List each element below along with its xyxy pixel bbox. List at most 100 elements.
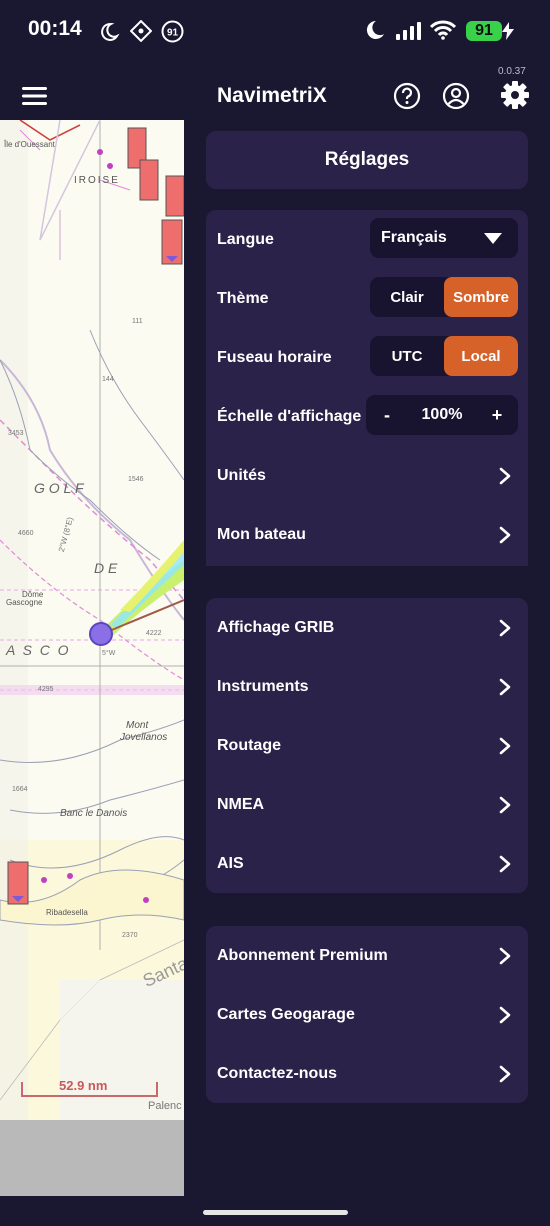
theme-label: Thème bbox=[217, 289, 269, 307]
account-icon[interactable] bbox=[442, 82, 470, 110]
contact-us-label: Contactez-nous bbox=[217, 1064, 337, 1082]
sleep-focus-icon bbox=[101, 22, 120, 41]
display-scale-row: Échelle d'affichage - 100% + bbox=[206, 387, 528, 446]
geogarage-charts-row[interactable]: Cartes Geogarage bbox=[206, 985, 528, 1044]
chevron-right-icon bbox=[499, 678, 511, 695]
chevron-right-icon bbox=[499, 1065, 511, 1082]
map-scale-label: 52.9 nm bbox=[59, 1078, 108, 1093]
contact-us-row[interactable]: Contactez-nous bbox=[206, 1044, 528, 1103]
map-label-mont: Mont bbox=[126, 720, 149, 731]
map-sounding: 144 bbox=[102, 376, 114, 383]
data-settings-card: Affichage GRIB Instruments Routage NMEA … bbox=[206, 598, 528, 893]
map-sounding: 1546 bbox=[128, 476, 144, 483]
ais-label: AIS bbox=[217, 854, 244, 872]
chevron-right-icon bbox=[499, 947, 511, 964]
map-sounding: 4222 bbox=[146, 630, 162, 637]
nautical-chart-map[interactable]: Île d'Ouessant IROISE G O L F D E A S C … bbox=[0, 120, 184, 1196]
map-label-ribadesella: Ribadesella bbox=[46, 908, 88, 917]
map-sounding: 3453 bbox=[8, 430, 24, 437]
display-scale-label: Échelle d'affichage bbox=[217, 407, 362, 425]
timezone-row: Fuseau horaire UTC Local bbox=[206, 328, 528, 387]
map-sounding: 5°W bbox=[102, 650, 116, 657]
scale-decrease-button[interactable]: - bbox=[372, 395, 402, 435]
premium-subscription-label: Abonnement Premium bbox=[217, 946, 388, 964]
cellular-signal-icon bbox=[396, 22, 421, 40]
map-label-iroise: IROISE bbox=[74, 175, 120, 186]
map-label-golf: G O L F bbox=[34, 480, 84, 496]
theme-toggle: Clair Sombre bbox=[370, 277, 518, 317]
my-boat-row[interactable]: Mon bateau bbox=[206, 505, 528, 564]
do-not-disturb-moon-icon bbox=[366, 20, 384, 39]
scale-increase-button[interactable]: + bbox=[482, 395, 512, 435]
map-label-de: D E bbox=[94, 560, 118, 576]
top-bar: NavimetriX 0.0.37 bbox=[0, 62, 550, 120]
map-sounding: 1664 bbox=[12, 786, 28, 793]
account-settings-card: Abonnement Premium Cartes Geogarage Cont… bbox=[206, 926, 528, 1103]
language-select[interactable]: Français bbox=[370, 218, 518, 258]
map-bottom-strip bbox=[0, 1120, 184, 1196]
theme-option-light[interactable]: Clair bbox=[370, 277, 444, 317]
routing-row[interactable]: Routage bbox=[206, 716, 528, 775]
premium-subscription-row[interactable]: Abonnement Premium bbox=[206, 926, 528, 985]
home-indicator[interactable] bbox=[203, 1210, 348, 1215]
ais-row[interactable]: AIS bbox=[206, 834, 528, 893]
timezone-option-utc[interactable]: UTC bbox=[370, 336, 444, 376]
language-row: Langue Français bbox=[206, 210, 528, 269]
dropdown-arrow-icon bbox=[484, 233, 502, 244]
status-time: 00:14 bbox=[28, 17, 82, 40]
chart-drawing bbox=[0, 120, 184, 1196]
my-boat-label: Mon bateau bbox=[217, 525, 306, 543]
chevron-right-icon bbox=[499, 526, 511, 543]
chevron-right-icon bbox=[499, 737, 511, 754]
units-row[interactable]: Unités bbox=[206, 446, 528, 505]
map-label-palenc: Palenc bbox=[148, 1100, 182, 1112]
chevron-right-icon bbox=[499, 796, 511, 813]
grib-display-label: Affichage GRIB bbox=[217, 618, 335, 636]
display-scale-stepper: - 100% + bbox=[366, 395, 518, 435]
battery-level: 91 bbox=[475, 22, 493, 39]
wifi-icon bbox=[430, 20, 456, 40]
instruments-label: Instruments bbox=[217, 677, 309, 695]
geogarage-charts-label: Cartes Geogarage bbox=[217, 1005, 355, 1023]
map-sounding: 4295 bbox=[38, 686, 54, 693]
app-title: NavimetriX bbox=[217, 84, 327, 107]
status-bar: 00:14 91 91 bbox=[0, 0, 550, 62]
map-label-gascogne: A S C O bbox=[6, 642, 69, 658]
settings-title: Réglages bbox=[206, 131, 528, 189]
map-sounding: 2370 bbox=[122, 932, 138, 939]
badge-91-icon: 91 bbox=[161, 20, 184, 43]
instruments-row[interactable]: Instruments bbox=[206, 657, 528, 716]
help-icon[interactable] bbox=[393, 82, 421, 110]
menu-hamburger-icon[interactable] bbox=[22, 86, 47, 106]
map-label-gascogne-small: Gascogne bbox=[6, 598, 43, 607]
map-sounding: 4660 bbox=[18, 530, 34, 537]
chevron-right-icon bbox=[499, 855, 511, 872]
chevron-right-icon bbox=[499, 467, 511, 484]
general-settings-card: Langue Français Thème Clair Sombre Fusea… bbox=[206, 210, 528, 566]
timezone-option-local[interactable]: Local bbox=[444, 336, 518, 376]
scale-value: 100% bbox=[421, 406, 463, 423]
theme-option-dark[interactable]: Sombre bbox=[444, 277, 518, 317]
theme-row: Thème Clair Sombre bbox=[206, 269, 528, 328]
svg-text:91: 91 bbox=[167, 28, 179, 39]
units-label: Unités bbox=[217, 466, 266, 484]
map-label-jovellanos: Jovellanos bbox=[120, 732, 168, 743]
chevron-right-icon bbox=[499, 1006, 511, 1023]
app-version: 0.0.37 bbox=[498, 66, 526, 77]
map-sounding: 111 bbox=[132, 318, 143, 325]
nmea-label: NMEA bbox=[217, 795, 265, 813]
routing-label: Routage bbox=[217, 736, 281, 754]
language-label: Langue bbox=[217, 230, 274, 248]
navigation-app-icon bbox=[130, 20, 152, 42]
timezone-label: Fuseau horaire bbox=[217, 348, 332, 366]
timezone-toggle: UTC Local bbox=[370, 336, 518, 376]
map-label-banc: Banc le Danois bbox=[60, 808, 128, 819]
map-label-ouessant: Île d'Ouessant bbox=[4, 140, 55, 149]
language-value: Français bbox=[381, 229, 447, 246]
chevron-right-icon bbox=[499, 619, 511, 636]
grib-display-row[interactable]: Affichage GRIB bbox=[206, 598, 528, 657]
battery-indicator: 91 bbox=[466, 21, 502, 41]
nmea-row[interactable]: NMEA bbox=[206, 775, 528, 834]
charging-bolt-icon bbox=[502, 22, 514, 40]
settings-gear-icon[interactable] bbox=[500, 80, 530, 110]
